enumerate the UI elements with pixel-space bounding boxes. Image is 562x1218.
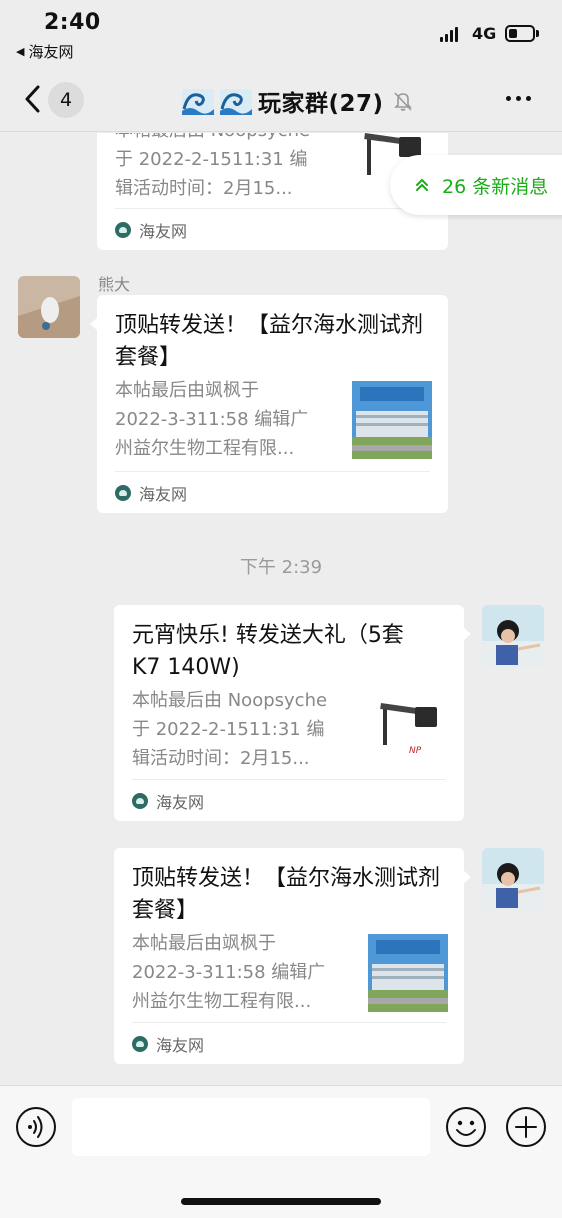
- bubble-tail: [463, 870, 471, 884]
- card-description: 本帖最后由 Noopsyche 于 2022-2-1511:31 编 辑活动时间…: [132, 690, 328, 769]
- chevron-left-icon[interactable]: [22, 85, 44, 113]
- card-title: 顶贴转发送！【益尔海水测试剂套餐】: [115, 313, 424, 370]
- card-source: 海友网: [132, 1022, 446, 1064]
- card-title: 元宵快乐! 转发送大礼（5套K7 140W): [132, 623, 404, 680]
- back-to-app-link[interactable]: ◀ 海友网: [16, 41, 73, 62]
- avatar[interactable]: [482, 605, 544, 667]
- new-messages-label: 26 条新消息: [442, 175, 549, 198]
- card-source: 海友网: [115, 471, 430, 513]
- link-card-message[interactable]: 顶贴转发送！【益尔海水测试剂套餐】 本帖最后由飒枫于 2022-3-311:58…: [90, 295, 448, 513]
- card-description: 本帖最后由飒枫于 2022-3-311:58 编辑广 州益尔生物工程有限...: [132, 933, 326, 1012]
- light-fixture-thumbnail: NP: [369, 693, 449, 771]
- network-label: 4G: [472, 24, 497, 43]
- bell-slash-icon: [393, 92, 412, 111]
- home-indicator[interactable]: [181, 1198, 381, 1205]
- back-app-label: 海友网: [28, 43, 74, 61]
- building-thumbnail: [368, 934, 448, 1012]
- wave-emoji-icon: [220, 89, 252, 115]
- card-source: 海友网: [132, 779, 446, 821]
- battery-cap: [536, 30, 539, 37]
- new-messages-button[interactable]: 26 条新消息: [390, 155, 562, 215]
- more-dots-icon[interactable]: [506, 96, 531, 101]
- emoji-icon[interactable]: [445, 1106, 487, 1148]
- card-description: 本帖最后由 Noopsyche 于 2022-2-1511:31 编 辑活动时间…: [115, 133, 310, 199]
- sender-name: 熊大: [98, 275, 131, 294]
- chat-title: 玩家群(27): [258, 91, 384, 117]
- message-input[interactable]: [72, 1098, 430, 1156]
- double-chevron-up-icon: [416, 178, 428, 191]
- voice-icon[interactable]: [15, 1106, 57, 1148]
- source-logo-icon: [115, 221, 131, 238]
- bubble-tail: [463, 627, 471, 641]
- avatar[interactable]: [482, 848, 544, 910]
- message-timestamp: 下午 2:39: [239, 557, 323, 578]
- unread-count-badge[interactable]: 4: [48, 82, 84, 118]
- avatar-image: [482, 848, 544, 910]
- bubble-tail: [90, 317, 98, 331]
- link-card-message[interactable]: 元宵快乐! 转发送大礼（5套K7 140W) 本帖最后由 Noopsyche 于…: [114, 605, 471, 821]
- signal-icon: [440, 26, 458, 42]
- card-source: 海友网: [115, 208, 430, 250]
- avatar-image: [482, 605, 544, 667]
- status-time: 2:40: [44, 10, 101, 35]
- chat-header: 4 玩家群(27): [0, 68, 562, 132]
- status-bar: 2:40 ◀ 海友网 4G: [0, 0, 562, 68]
- plus-icon[interactable]: [505, 1106, 547, 1148]
- source-logo-icon: [132, 1035, 148, 1052]
- back-triangle-icon: ◀: [16, 45, 25, 58]
- source-logo-icon: [115, 484, 131, 501]
- chat-area[interactable]: 本帖最后由 Noopsyche 于 2022-2-1511:31 编 辑活动时间…: [0, 133, 562, 1085]
- avatar-image: [18, 276, 80, 338]
- source-logo-icon: [132, 792, 148, 809]
- wave-emoji-icon: [182, 89, 214, 115]
- card-description: 本帖最后由飒枫于 2022-3-311:58 编辑广 州益尔生物工程有限...: [115, 380, 309, 459]
- link-card-message[interactable]: 顶贴转发送！【益尔海水测试剂套餐】 本帖最后由飒枫于 2022-3-311:58…: [114, 848, 471, 1064]
- card-title: 顶贴转发送！【益尔海水测试剂套餐】: [132, 866, 441, 923]
- battery-icon: [505, 25, 535, 42]
- svg-text:NP: NP: [409, 746, 422, 756]
- building-thumbnail: [352, 381, 432, 459]
- avatar[interactable]: [18, 276, 80, 338]
- chat-title-group[interactable]: 玩家群(27): [182, 84, 414, 118]
